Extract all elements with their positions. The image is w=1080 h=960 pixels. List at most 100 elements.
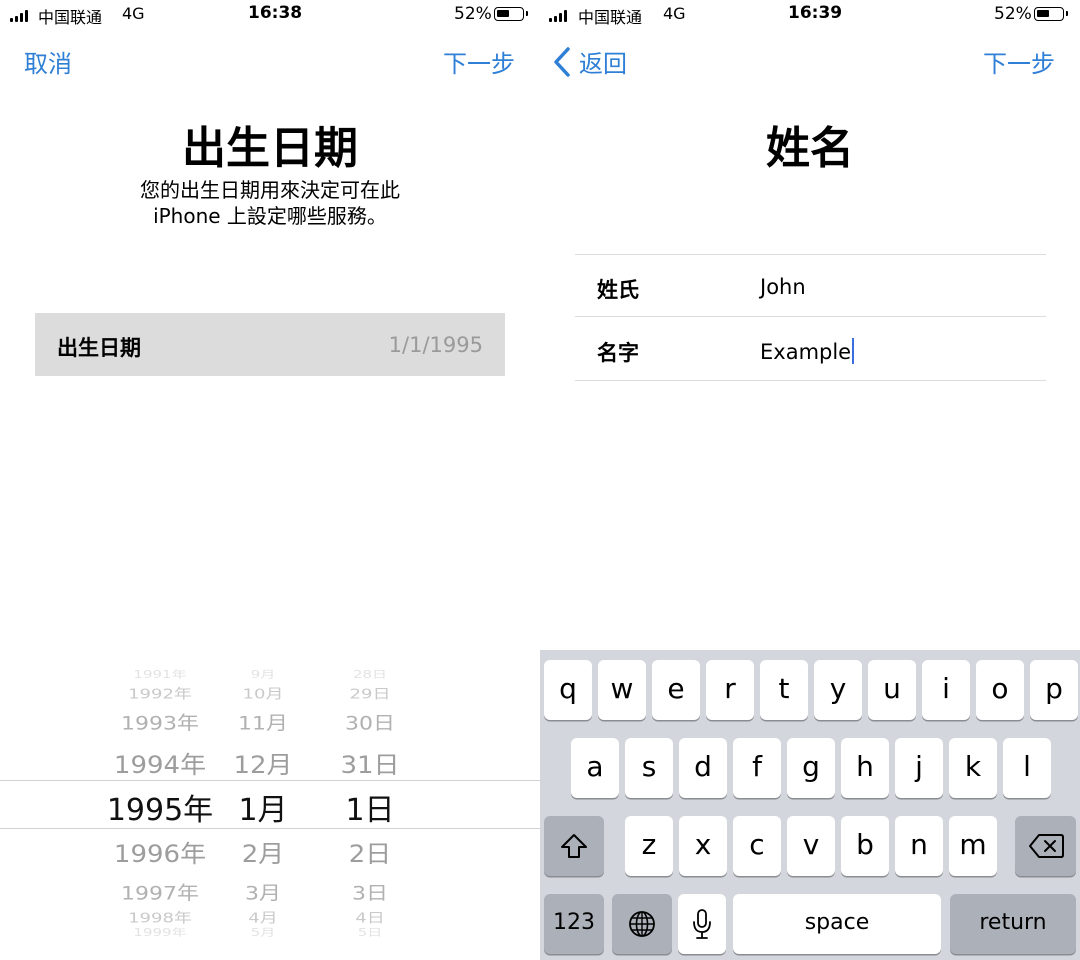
key-s[interactable]: s <box>625 738 673 798</box>
picker-day[interactable]: 3日 <box>352 879 388 906</box>
battery-percent: 52% <box>994 4 1032 24</box>
battery-fill <box>497 10 509 17</box>
key-g-label: g <box>802 750 820 783</box>
key-h[interactable]: h <box>841 738 889 798</box>
key-p-label: p <box>1045 672 1063 705</box>
picker-month[interactable]: 3月 <box>245 879 281 906</box>
picker-month-selected[interactable]: 1月 <box>238 785 287 829</box>
page-title: 出生日期 <box>182 123 358 174</box>
picker-day[interactable]: 29日 <box>350 683 391 703</box>
date-picker[interactable]: 1991年 1992年 1993年 1994年 1995年 1996年 1997年 1998年… <box>0 669 540 939</box>
microphone-icon <box>693 909 711 939</box>
picker-year[interactable]: 1992年 <box>128 683 192 703</box>
key-c[interactable]: c <box>733 816 781 876</box>
picker-year[interactable]: 1991年 <box>133 667 186 681</box>
key-b[interactable]: b <box>841 816 889 876</box>
key-m-label: m <box>959 828 987 861</box>
page-subtitle: 您的出生日期用來決定可在此 iPhone 上設定哪些服務。 <box>140 178 400 228</box>
key-g[interactable]: g <box>787 738 835 798</box>
first-name-value: Example <box>760 340 852 364</box>
key-l[interactable]: l <box>1003 738 1051 798</box>
key-v[interactable]: v <box>787 816 835 876</box>
picker-year[interactable]: 1997年 <box>121 879 199 906</box>
network-label: 4G <box>122 4 145 23</box>
key-o[interactable]: o <box>976 660 1024 720</box>
picker-year[interactable]: 1999年 <box>133 925 186 939</box>
key-w[interactable]: w <box>598 660 646 720</box>
picker-day[interactable]: 31日 <box>340 746 399 780</box>
globe-key[interactable] <box>612 894 672 954</box>
picker-month[interactable]: 12月 <box>233 746 292 780</box>
key-p[interactable]: p <box>1030 660 1078 720</box>
picker-day[interactable]: 5日 <box>358 925 383 939</box>
key-u[interactable]: u <box>868 660 916 720</box>
return-key[interactable]: return <box>950 894 1076 954</box>
status-bar: 中国联通 4G 16:39 52% <box>540 0 1080 30</box>
key-y[interactable]: y <box>814 660 862 720</box>
next-button[interactable]: 下一步 <box>983 44 1055 79</box>
picker-day-selected[interactable]: 1日 <box>345 785 394 829</box>
last-name-field[interactable]: John <box>760 275 806 299</box>
key-r[interactable]: r <box>706 660 754 720</box>
text-cursor <box>852 338 855 364</box>
picker-day[interactable]: 2日 <box>349 835 392 869</box>
shift-key[interactable] <box>544 816 604 876</box>
key-m[interactable]: m <box>949 816 997 876</box>
picker-year-selected[interactable]: 1995年 <box>107 785 213 829</box>
key-e[interactable]: e <box>652 660 700 720</box>
form-divider <box>575 380 1046 381</box>
key-x[interactable]: x <box>679 816 727 876</box>
picker-day[interactable]: 28日 <box>353 667 387 681</box>
key-q-label: q <box>559 672 577 705</box>
key-i[interactable]: i <box>922 660 970 720</box>
key-t[interactable]: t <box>760 660 808 720</box>
signal-icon <box>549 10 567 22</box>
key-i-label: i <box>942 672 950 705</box>
key-d[interactable]: d <box>679 738 727 798</box>
back-button[interactable]: 返回 <box>552 44 662 78</box>
key-q[interactable]: q <box>544 660 592 720</box>
key-a-label: a <box>586 750 604 783</box>
key-a[interactable]: a <box>571 738 619 798</box>
picker-year[interactable]: 1996年 <box>114 835 206 869</box>
key-f[interactable]: f <box>733 738 781 798</box>
microphone-key[interactable] <box>678 894 726 954</box>
cancel-button[interactable]: 取消 <box>24 44 72 79</box>
key-z[interactable]: z <box>625 816 673 876</box>
battery-percent: 52% <box>454 4 492 24</box>
numbers-key[interactable]: 123 <box>544 894 604 954</box>
keyboard: q w e r t y u i o p a s d f g h j k l z x c v b n m 123 space return <box>540 650 1080 960</box>
battery-icon <box>1034 7 1068 21</box>
key-n[interactable]: n <box>895 816 943 876</box>
key-k-label: k <box>964 750 982 783</box>
key-e-label: e <box>667 672 685 705</box>
form-divider <box>575 254 1046 255</box>
key-k[interactable]: k <box>949 738 997 798</box>
picker-month[interactable]: 4月 <box>248 907 277 927</box>
space-key[interactable]: space <box>733 894 941 954</box>
picker-year[interactable]: 1993年 <box>121 709 199 736</box>
birthdate-row[interactable]: 出生日期 1/1/1995 <box>35 313 505 376</box>
space-key-label: space <box>804 910 870 935</box>
picker-month[interactable]: 9月 <box>251 667 276 681</box>
network-label: 4G <box>663 4 686 23</box>
picker-month[interactable]: 5月 <box>251 925 276 939</box>
picker-day[interactable]: 4日 <box>355 907 384 927</box>
back-label: 返回 <box>579 50 627 78</box>
key-o-label: o <box>991 672 1009 705</box>
delete-key[interactable] <box>1015 816 1076 876</box>
picker-day[interactable]: 30日 <box>345 709 395 736</box>
first-name-field[interactable]: Example <box>760 338 855 364</box>
picker-year[interactable]: 1994年 <box>114 746 206 780</box>
picker-month[interactable]: 11月 <box>238 709 288 736</box>
picker-year[interactable]: 1998年 <box>128 907 192 927</box>
key-d-label: d <box>694 750 712 783</box>
next-button[interactable]: 下一步 <box>443 44 515 79</box>
status-time: 16:39 <box>788 3 843 23</box>
picker-month[interactable]: 2月 <box>242 835 285 869</box>
page-title: 姓名 <box>766 123 854 174</box>
key-j[interactable]: j <box>895 738 943 798</box>
picker-month[interactable]: 10月 <box>243 683 284 703</box>
status-bar: 中国联通 4G 16:38 52% <box>0 0 540 30</box>
form-divider <box>575 316 1046 317</box>
